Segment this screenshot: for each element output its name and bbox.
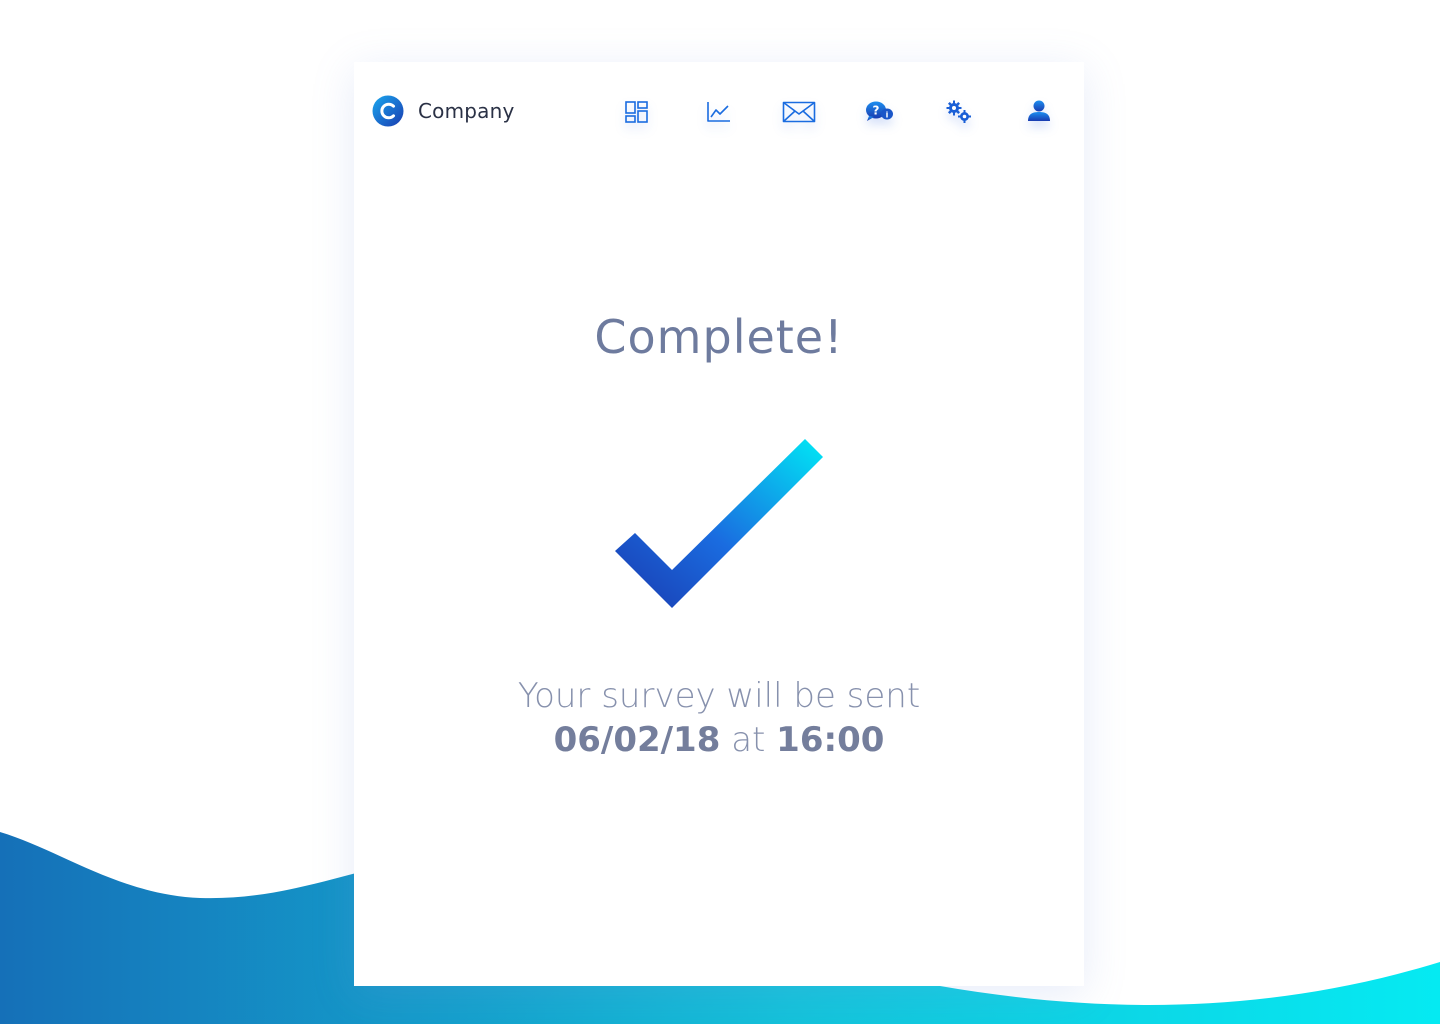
- help-chat-icon: ? i: [866, 101, 893, 121]
- page-title: Complete!: [594, 310, 844, 364]
- top-navigation-bar: Company ? i: [354, 62, 1084, 162]
- nav-help-button[interactable]: ? i: [859, 94, 899, 130]
- envelope-icon: [782, 101, 816, 123]
- schedule-datetime: 06/02/18 at 16:00: [354, 718, 1084, 762]
- gears-icon: [946, 100, 971, 123]
- nav-profile-button[interactable]: [1019, 94, 1059, 130]
- checkmark-icon: [615, 439, 823, 608]
- svg-text:i: i: [886, 111, 889, 120]
- line-chart-icon: [707, 102, 730, 122]
- nav-settings-button[interactable]: [939, 94, 979, 130]
- schedule-date: 06/02/18: [553, 720, 721, 760]
- brand[interactable]: Company: [372, 95, 515, 127]
- dashboard-icon: [625, 101, 648, 123]
- brand-name: Company: [418, 99, 515, 123]
- schedule-connector: at: [731, 720, 766, 760]
- schedule-message-line: Your survey will be sent: [517, 676, 921, 716]
- company-logo-icon: [372, 95, 404, 127]
- nav-dashboard-button[interactable]: [617, 94, 657, 130]
- schedule-message: Your survey will be sent 06/02/18 at 16:…: [354, 674, 1084, 762]
- nav-messages-button[interactable]: [779, 94, 819, 130]
- nav-analytics-button[interactable]: [699, 94, 739, 130]
- svg-text:?: ?: [873, 104, 880, 118]
- user-icon: [1028, 100, 1050, 121]
- schedule-time: 16:00: [776, 720, 885, 760]
- confirmation-card: Company ? i Complete! Your survey will b…: [354, 62, 1084, 986]
